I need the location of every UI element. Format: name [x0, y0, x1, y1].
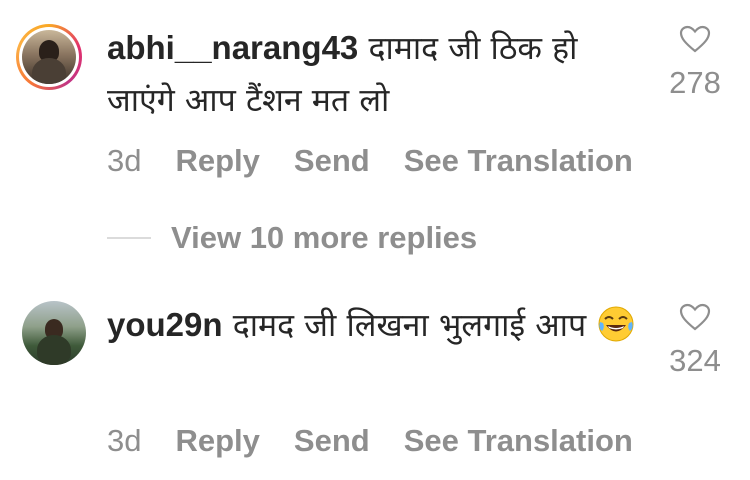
- comment-username[interactable]: you29n: [107, 306, 223, 343]
- reply-button[interactable]: Reply: [175, 423, 259, 459]
- reply-button[interactable]: Reply: [175, 143, 259, 179]
- heart-icon: [679, 25, 711, 53]
- heart-icon: [679, 303, 711, 331]
- comment-item: abhi__narang43 दामाद जी ठिक हो जाएंगे आप…: [0, 0, 750, 200]
- comment-time: 3d: [107, 143, 142, 178]
- comment-body: abhi__narang43 दामाद जी ठिक हो जाएंगे आप…: [107, 22, 647, 126]
- view-more-replies-label: View 10 more replies: [171, 220, 478, 255]
- like-count: 324: [669, 343, 721, 378]
- view-more-replies-button[interactable]: View 10 more replies: [107, 220, 477, 256]
- see-translation-button[interactable]: See Translation: [404, 423, 633, 459]
- comment-actions: 3d Reply Send See Translation: [107, 423, 633, 459]
- replies-divider: [107, 237, 151, 239]
- avatar[interactable]: [16, 24, 82, 90]
- send-button[interactable]: Send: [294, 423, 370, 459]
- comment-text: दामद जी लिखना भुलगाई आप: [232, 306, 587, 344]
- like-count: 278: [669, 65, 721, 100]
- comment-item: you29n दामद जी लिखना भुलगाई आप 3d Reply …: [0, 285, 750, 480]
- see-translation-button[interactable]: See Translation: [404, 143, 633, 179]
- laughing-emoji-icon: [598, 306, 634, 342]
- avatar-photo: [22, 30, 76, 84]
- comment-body: you29n दामद जी लिखना भुलगाई आप: [107, 299, 637, 351]
- like-button[interactable]: 278: [655, 25, 735, 101]
- comment-username[interactable]: abhi__narang43: [107, 29, 358, 66]
- like-button[interactable]: 324: [655, 303, 735, 379]
- avatar[interactable]: [22, 301, 86, 365]
- send-button[interactable]: Send: [294, 143, 370, 179]
- comment-actions: 3d Reply Send See Translation: [107, 143, 633, 179]
- comment-time: 3d: [107, 423, 142, 458]
